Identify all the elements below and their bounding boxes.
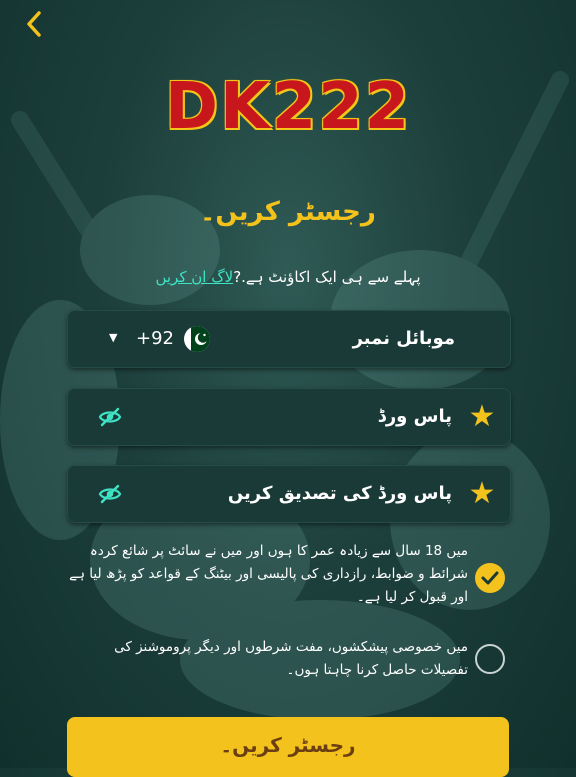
brand-logo: DK222 xyxy=(164,70,412,144)
promotions-checkbox[interactable] xyxy=(475,644,505,674)
login-prompt: پہلے سے ہی ایک اکاؤنٹ ہے.?لاگ ان کریں xyxy=(0,268,576,286)
eye-slash-icon[interactable] xyxy=(98,405,122,429)
promotions-consent-text: میں خصوصی پیشکشوں، مفت شرطوں اور دیگر پر… xyxy=(114,639,468,678)
check-icon xyxy=(481,571,499,585)
password-label: پاس ورڈ xyxy=(377,406,452,427)
age-terms-checkbox[interactable] xyxy=(475,563,505,593)
country-code[interactable]: +92 xyxy=(136,311,174,367)
eye-slash-icon[interactable] xyxy=(98,482,122,506)
phone-label: موبائل نمبر xyxy=(352,328,455,349)
confirm-password-label: پاس ورڈ کی تصدیق کریں xyxy=(227,483,452,504)
password-field[interactable]: ★ پاس ورڈ xyxy=(67,388,511,446)
caret-down-icon[interactable]: ▼ xyxy=(109,331,117,344)
phone-field[interactable]: موبائل نمبر +92 ▼ xyxy=(67,310,511,368)
page-title: رجسٹر کریں۔ xyxy=(200,197,376,227)
star-icon: ★ xyxy=(468,476,496,511)
back-button[interactable] xyxy=(16,10,52,46)
pakistan-flag-icon xyxy=(184,326,210,352)
age-terms-consent-text: میں 18 سال سے زیادہ عمر کا ہوں اور میں ن… xyxy=(69,543,468,605)
register-button[interactable]: رجسٹر کریں۔ xyxy=(67,717,509,777)
login-link[interactable]: لاگ ان کریں xyxy=(155,268,233,286)
login-prompt-text: پہلے سے ہی ایک اکاؤنٹ ہے.? xyxy=(233,268,421,286)
confirm-password-field[interactable]: ★ پاس ورڈ کی تصدیق کریں xyxy=(67,465,511,523)
star-icon: ★ xyxy=(468,399,496,434)
chevron-left-icon xyxy=(27,11,41,37)
